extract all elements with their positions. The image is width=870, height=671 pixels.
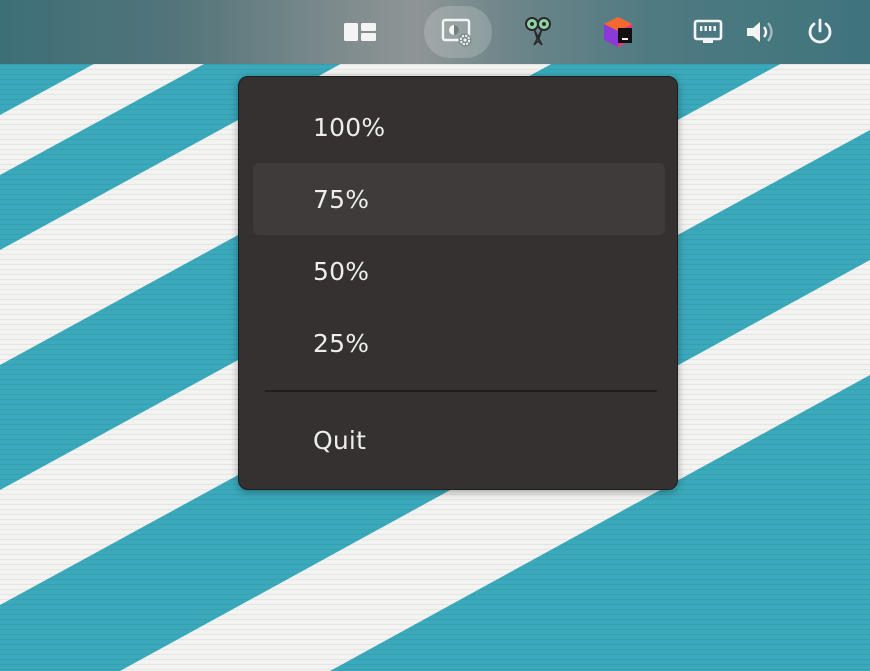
- quit-menu-item[interactable]: Quit: [253, 404, 665, 476]
- top-panel: [0, 0, 870, 64]
- menu-item-label: 50%: [313, 256, 370, 286]
- display-brightness-settings-icon: [441, 18, 472, 47]
- power-icon: [808, 18, 832, 44]
- menu-item-75[interactable]: 75%: [253, 163, 665, 235]
- menu-item-25[interactable]: 25%: [253, 307, 665, 379]
- volume-icon: [747, 22, 773, 42]
- brightness-popup-menu: 100% 75% 50% 25% Quit: [238, 76, 678, 490]
- menu-item-100[interactable]: 100%: [253, 91, 665, 163]
- tiling-layout-button[interactable]: [326, 6, 394, 58]
- menu-item-label: 75%: [313, 184, 370, 214]
- menu-item-label: 100%: [313, 112, 386, 142]
- screenshot-tool-button[interactable]: [504, 6, 572, 58]
- wired-network-icon: [693, 19, 723, 43]
- screenshot-scissors-icon: [525, 17, 551, 46]
- menu-item-50[interactable]: 50%: [253, 235, 665, 307]
- menu-item-label: 25%: [313, 328, 370, 358]
- display-brightness-settings-button[interactable]: [424, 6, 492, 58]
- quit-label: Quit: [313, 425, 367, 455]
- colorful-cube-app-icon: [604, 17, 632, 47]
- menu-separator: [265, 390, 657, 392]
- cube-app-button[interactable]: [584, 6, 652, 58]
- desktop: 100% 75% 50% 25% Quit: [0, 0, 870, 671]
- tiling-layout-icon: [344, 23, 376, 41]
- power-menu-button[interactable]: [786, 6, 854, 58]
